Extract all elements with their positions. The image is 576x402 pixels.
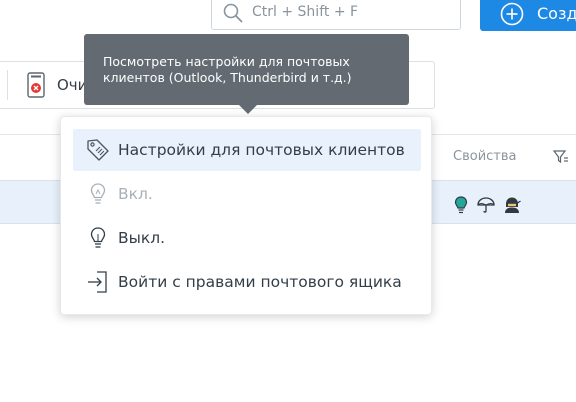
menu-item-label: Вкл.	[118, 185, 153, 203]
tooltip: Посмотреть настройки для почтовых клиент…	[84, 34, 409, 114]
lightbulb-on-icon	[90, 183, 106, 204]
filter-icon[interactable]	[553, 149, 569, 165]
create-button[interactable]: Созд	[480, 0, 576, 31]
mail-settings-tag-icon	[87, 139, 109, 161]
create-button-label: Созд	[537, 4, 576, 23]
menu-item-enable[interactable]: Вкл.	[73, 173, 421, 215]
menu-item-label: Войти с правами почтового ящика	[118, 273, 402, 291]
tooltip-arrow	[239, 105, 257, 114]
tooltip-text: Посмотреть настройки для почтовых клиент…	[103, 54, 352, 85]
search-icon	[223, 3, 243, 23]
menu-item-login-as-mailbox[interactable]: Войти с правами почтового ящика	[73, 261, 421, 303]
lightbulb-off-icon	[90, 227, 106, 248]
ninja-icon	[505, 197, 521, 213]
menu-item-disable[interactable]: Выкл.	[73, 217, 421, 259]
menu-item-label: Настройки для почтовых клиентов	[118, 141, 405, 159]
umbrella-icon	[477, 197, 495, 213]
login-icon	[88, 271, 107, 293]
plus-circle-icon	[500, 2, 524, 25]
search-box[interactable]	[211, 0, 461, 30]
clear-icon[interactable]	[26, 72, 46, 98]
search-input[interactable]	[252, 2, 452, 22]
menu-item-mail-client-settings[interactable]: Настройки для почтовых клиентов	[73, 129, 421, 171]
properties-column-header[interactable]: Свойства	[453, 149, 517, 164]
toolbar-divider	[7, 70, 8, 100]
menu-item-label: Выкл.	[118, 229, 166, 247]
clear-button-label[interactable]: Очи	[57, 76, 87, 94]
lightbulb-icon	[454, 196, 468, 214]
mail-actions-menu: Настройки для почтовых клиентов Вкл. Вык…	[60, 116, 432, 315]
